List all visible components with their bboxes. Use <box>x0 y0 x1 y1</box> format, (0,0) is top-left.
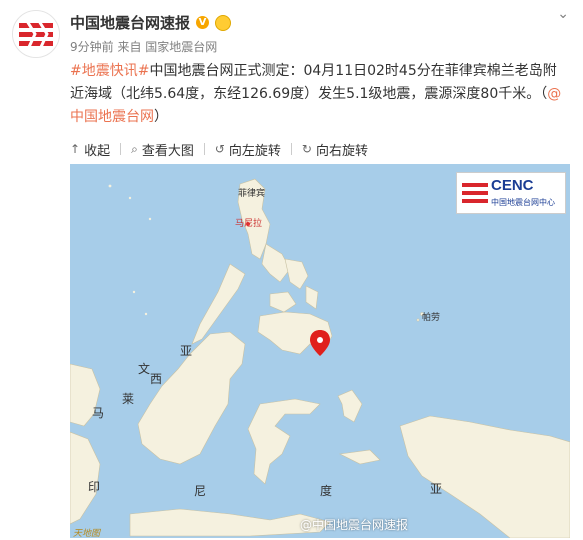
verified-badge-icon: V <box>196 16 210 29</box>
rotate-right-label: 向右旋转 <box>315 143 368 159</box>
view-large-label: 查看大图 <box>141 143 194 159</box>
post-text: #地震快讯#中国地震台网正式测定：04月11日02时45分在菲律宾棉兰老岛附近海… <box>70 60 570 129</box>
map-label-lai: 莱 <box>122 392 135 406</box>
post-close: ） <box>154 109 168 125</box>
collapse-label: 收起 <box>84 143 111 159</box>
view-large-button[interactable]: ⌕ 查看大图 <box>131 140 194 159</box>
map-label-ma: 马 <box>92 406 105 420</box>
map-credit: 天地图 <box>73 529 101 538</box>
cenc-logo: CENC 中国地震台网中心 <box>456 172 566 214</box>
map-label-manila: 马尼拉 <box>235 219 263 229</box>
chevron-down-icon[interactable]: ⌄ <box>557 6 569 22</box>
arrow-up-icon: ↑ <box>70 142 81 156</box>
collapse-button[interactable]: ↑ 收起 <box>70 140 110 159</box>
divider <box>120 143 122 155</box>
cenc-logo-title: CENC <box>491 177 534 194</box>
cenc-logo-icon <box>462 183 488 203</box>
map-label-wen: 文 <box>138 362 151 376</box>
post-header: 中国地震台网速报 V 9分钟前 来自 国家地震台网 ⌄ <box>0 0 583 58</box>
map-label-palau: 帕劳 <box>422 313 441 323</box>
map-label-philippines: 菲律宾 <box>238 189 266 199</box>
divider <box>203 143 205 155</box>
map-label-yin: 印 <box>88 480 101 494</box>
account-name[interactable]: 中国地震台网速报 <box>70 12 190 33</box>
search-icon: ⌕ <box>131 141 138 156</box>
map-label-du: 度 <box>320 484 333 498</box>
rotate-left-icon: ↺ <box>214 142 225 156</box>
rotate-left-label: 向左旋转 <box>228 143 281 159</box>
rotate-left-button[interactable]: ↺ 向左旋转 <box>215 140 281 159</box>
watermark: @中国地震台网速报 <box>300 518 409 532</box>
hashtag-link[interactable]: #地震快讯# <box>70 63 149 79</box>
map-label-ya2: 亚 <box>430 482 443 496</box>
map-label-ni: 尼 <box>194 484 207 498</box>
rotate-right-button[interactable]: ↻ 向右旋转 <box>302 140 368 159</box>
cenc-avatar-logo-icon <box>13 11 59 57</box>
map-label-ya: 亚 <box>180 344 193 358</box>
earthquake-map-image[interactable]: CENC 中国地震台网中心 菲律宾 马尼拉 帕劳 马 亚 文 莱 西 尼 亚 印… <box>70 164 570 538</box>
post-meta: 9分钟前 来自 国家地震台网 <box>70 40 218 54</box>
member-badge-icon <box>215 14 232 31</box>
map-label-xi: 西 <box>150 372 163 386</box>
image-toolbar: ↑ 收起 ⌕ 查看大图 ↺ 向左旋转 ↻ 向右旋转 <box>70 136 570 162</box>
rotate-right-icon: ↻ <box>301 142 312 156</box>
cenc-logo-subtitle: 中国地震台网中心 <box>491 198 555 207</box>
avatar[interactable] <box>12 10 60 58</box>
epicenter-marker-icon <box>310 330 330 356</box>
divider <box>290 143 292 155</box>
